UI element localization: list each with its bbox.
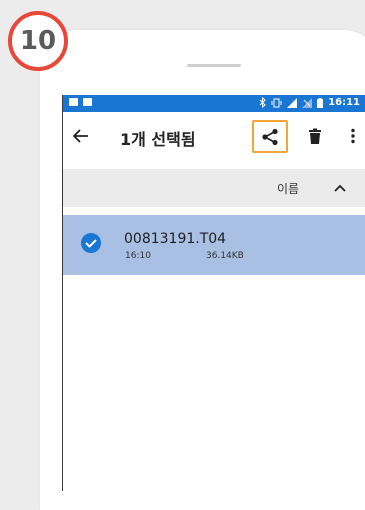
step-number-badge: 10 xyxy=(8,11,68,71)
no-signal-icon xyxy=(302,97,313,108)
phone-speaker xyxy=(187,64,241,67)
selection-title: 1개 선택됨 xyxy=(120,130,196,149)
trash-icon xyxy=(309,128,321,144)
action-toolbar: 1개 선택됨 xyxy=(63,112,365,161)
status-time: 16:11 xyxy=(328,97,360,108)
message-notification-icon xyxy=(69,98,78,106)
vibrate-icon xyxy=(271,98,282,107)
step-number: 10 xyxy=(19,26,57,56)
file-list-item[interactable]: 00813191.T04 16:10 36.14KB xyxy=(63,215,365,275)
delete-button[interactable] xyxy=(303,124,327,148)
more-vert-icon xyxy=(351,128,355,144)
notification-icons xyxy=(69,98,92,106)
status-icons: 16:11 xyxy=(259,97,360,108)
status-bar: 16:11 xyxy=(63,95,365,112)
file-name: 00813191.T04 xyxy=(124,231,227,247)
battery-icon xyxy=(317,97,324,108)
sort-by-name[interactable]: 이름 xyxy=(277,180,299,197)
chevron-up-icon[interactable] xyxy=(331,179,349,197)
checked-circle-icon[interactable] xyxy=(80,232,102,254)
bluetooth-icon xyxy=(259,97,266,108)
sort-bar: 이름 xyxy=(63,169,365,207)
phone-screen: 16:11 1개 선택됨 이름 00813191.T04 16:10 36.14… xyxy=(62,95,365,491)
arrow-left-icon xyxy=(72,129,88,143)
file-size: 36.14KB xyxy=(206,251,244,261)
file-time: 16:10 xyxy=(125,251,151,261)
more-options-button[interactable] xyxy=(341,124,365,148)
share-icon xyxy=(262,128,278,145)
share-button[interactable] xyxy=(252,120,288,153)
back-button[interactable] xyxy=(69,124,93,148)
image-notification-icon xyxy=(83,98,92,106)
signal-icon xyxy=(287,97,298,108)
